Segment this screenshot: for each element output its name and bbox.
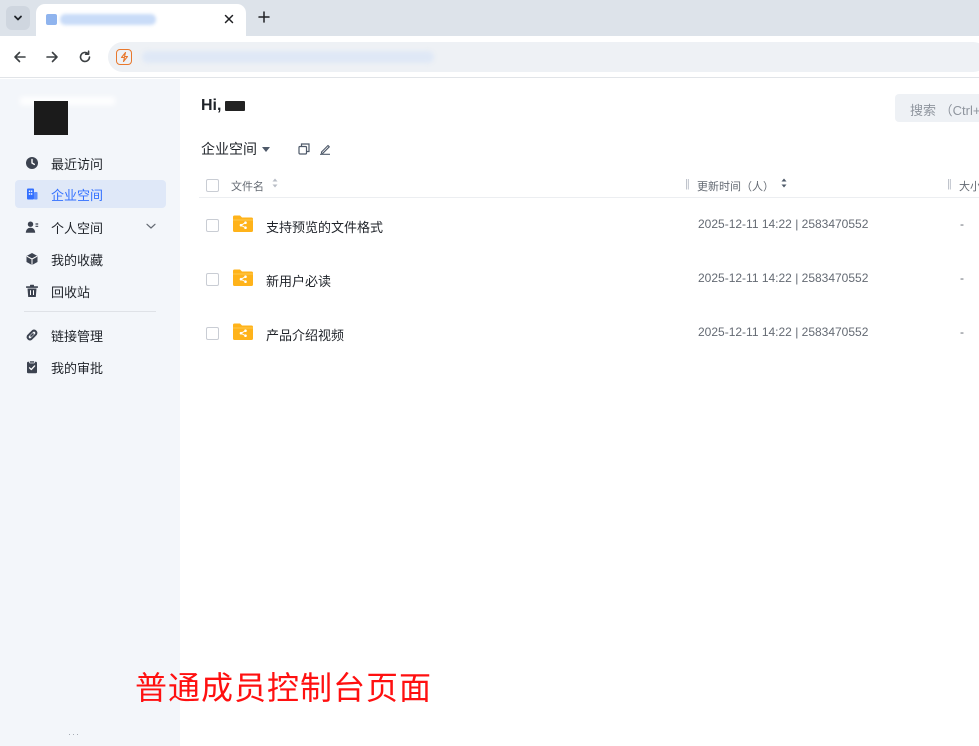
file-updated: 2025-12-11 14:22 | 2583470552 <box>698 325 869 339</box>
sort-icon[interactable] <box>780 177 788 189</box>
edit-button[interactable] <box>318 142 332 156</box>
shared-folder-icon <box>233 323 253 340</box>
search-input[interactable]: 搜索 （Ctrl+ <box>895 94 979 122</box>
back-button[interactable] <box>9 46 31 68</box>
clipboard-check-icon <box>24 359 40 375</box>
url-redaction <box>142 51 434 63</box>
row-checkbox[interactable] <box>206 327 219 340</box>
sidebar-item-label: 最近访问 <box>51 156 104 172</box>
lightning-icon <box>120 52 128 62</box>
shared-folder-icon <box>233 215 253 232</box>
sidebar-item-label: 我的收藏 <box>51 252 104 268</box>
column-header-updated[interactable]: 更新时间（人） <box>697 178 774 194</box>
clock-icon <box>24 155 40 171</box>
building-icon <box>24 186 40 202</box>
trash-icon <box>24 283 40 299</box>
arrow-right-icon <box>46 51 58 63</box>
row-checkbox[interactable] <box>206 273 219 286</box>
copy-icon <box>298 143 310 155</box>
table-row[interactable]: 新用户必读 2025-12-11 14:22 | 2583470552 - <box>199 253 979 305</box>
table-row[interactable]: 产品介绍视频 2025-12-11 14:22 | 2583470552 - <box>199 307 979 359</box>
sidebar-item-my-approvals[interactable]: 我的审批 <box>15 353 166 381</box>
space-select-dropdown[interactable]: 企业空间 <box>201 139 270 159</box>
site-info-button[interactable] <box>116 49 132 65</box>
select-all-checkbox[interactable] <box>206 179 219 192</box>
tab-search-button[interactable] <box>6 6 30 30</box>
sidebar-item-label: 链接管理 <box>51 328 104 344</box>
chevron-down-icon[interactable] <box>144 219 158 233</box>
tab-title-redaction <box>60 14 156 25</box>
plus-icon <box>258 11 270 23</box>
column-resize-handle[interactable]: || <box>947 178 952 190</box>
file-table-header: 文件名 || 更新时间（人） || 大小 <box>199 172 979 198</box>
browser-tab[interactable] <box>36 4 246 36</box>
column-header-name[interactable]: 文件名 <box>231 178 264 194</box>
browser-tab-bar <box>0 0 979 36</box>
user-icon <box>24 219 40 235</box>
copy-button[interactable] <box>297 142 311 156</box>
search-placeholder: 搜索 （Ctrl+ <box>910 103 979 118</box>
reload-icon <box>79 50 91 63</box>
file-name[interactable]: 新用户必读 <box>266 271 331 290</box>
column-resize-handle[interactable]: || <box>685 178 690 190</box>
org-logo[interactable] <box>34 101 68 135</box>
link-icon <box>24 327 40 343</box>
sidebar-item-enterprise-space[interactable]: 企业空间 <box>15 180 166 208</box>
edit-icon <box>320 144 330 155</box>
sidebar: 最近访问 企业空间 个人空间 我的收藏 回收站 链接管理 我的审批 ··· <box>0 79 180 746</box>
forward-button[interactable] <box>41 46 63 68</box>
shared-folder-icon <box>233 269 253 286</box>
sort-icon[interactable] <box>271 177 279 189</box>
caret-down-icon <box>262 146 270 152</box>
sidebar-item-recent[interactable]: 最近访问 <box>15 149 166 177</box>
cube-icon <box>24 251 40 267</box>
file-size: - <box>960 271 964 285</box>
sidebar-item-label: 回收站 <box>51 284 91 300</box>
column-header-size[interactable]: 大小 <box>959 178 979 194</box>
sidebar-item-personal-space[interactable]: 个人空间 <box>15 213 166 241</box>
file-updated: 2025-12-11 14:22 | 2583470552 <box>698 271 869 285</box>
sidebar-item-label: 企业空间 <box>51 187 104 203</box>
sidebar-footer: ··· <box>68 729 80 739</box>
sidebar-item-recycle-bin[interactable]: 回收站 <box>15 277 166 305</box>
new-tab-button[interactable] <box>254 7 274 27</box>
sidebar-item-link-management[interactable]: 链接管理 <box>15 321 166 349</box>
file-name[interactable]: 支持预览的文件格式 <box>266 217 383 236</box>
table-row[interactable]: 支持预览的文件格式 2025-12-11 14:22 | 2583470552 … <box>199 199 979 251</box>
tab-favicon <box>46 14 57 25</box>
sidebar-divider <box>24 311 156 312</box>
annotation-caption: 普通成员控制台页面 <box>135 670 433 706</box>
file-size: - <box>960 217 964 231</box>
sidebar-item-label: 我的审批 <box>51 360 104 376</box>
file-size: - <box>960 325 964 339</box>
file-name[interactable]: 产品介绍视频 <box>266 325 344 344</box>
file-updated: 2025-12-11 14:22 | 2583470552 <box>698 217 869 231</box>
sidebar-item-label: 个人空间 <box>51 220 104 236</box>
space-select-label: 企业空间 <box>201 141 257 157</box>
user-name-redaction <box>225 101 246 111</box>
row-checkbox[interactable] <box>206 219 219 232</box>
browser-toolbar <box>0 36 979 78</box>
tab-close-button[interactable] <box>220 10 238 28</box>
reload-button[interactable] <box>74 46 96 68</box>
arrow-left-icon <box>14 51 26 63</box>
greeting: Hi, <box>201 97 246 115</box>
sidebar-item-favorites[interactable]: 我的收藏 <box>15 245 166 273</box>
address-bar[interactable] <box>108 42 979 72</box>
greeting-text: Hi, <box>201 97 222 114</box>
chevron-down-icon <box>14 15 22 21</box>
close-icon <box>224 14 234 24</box>
